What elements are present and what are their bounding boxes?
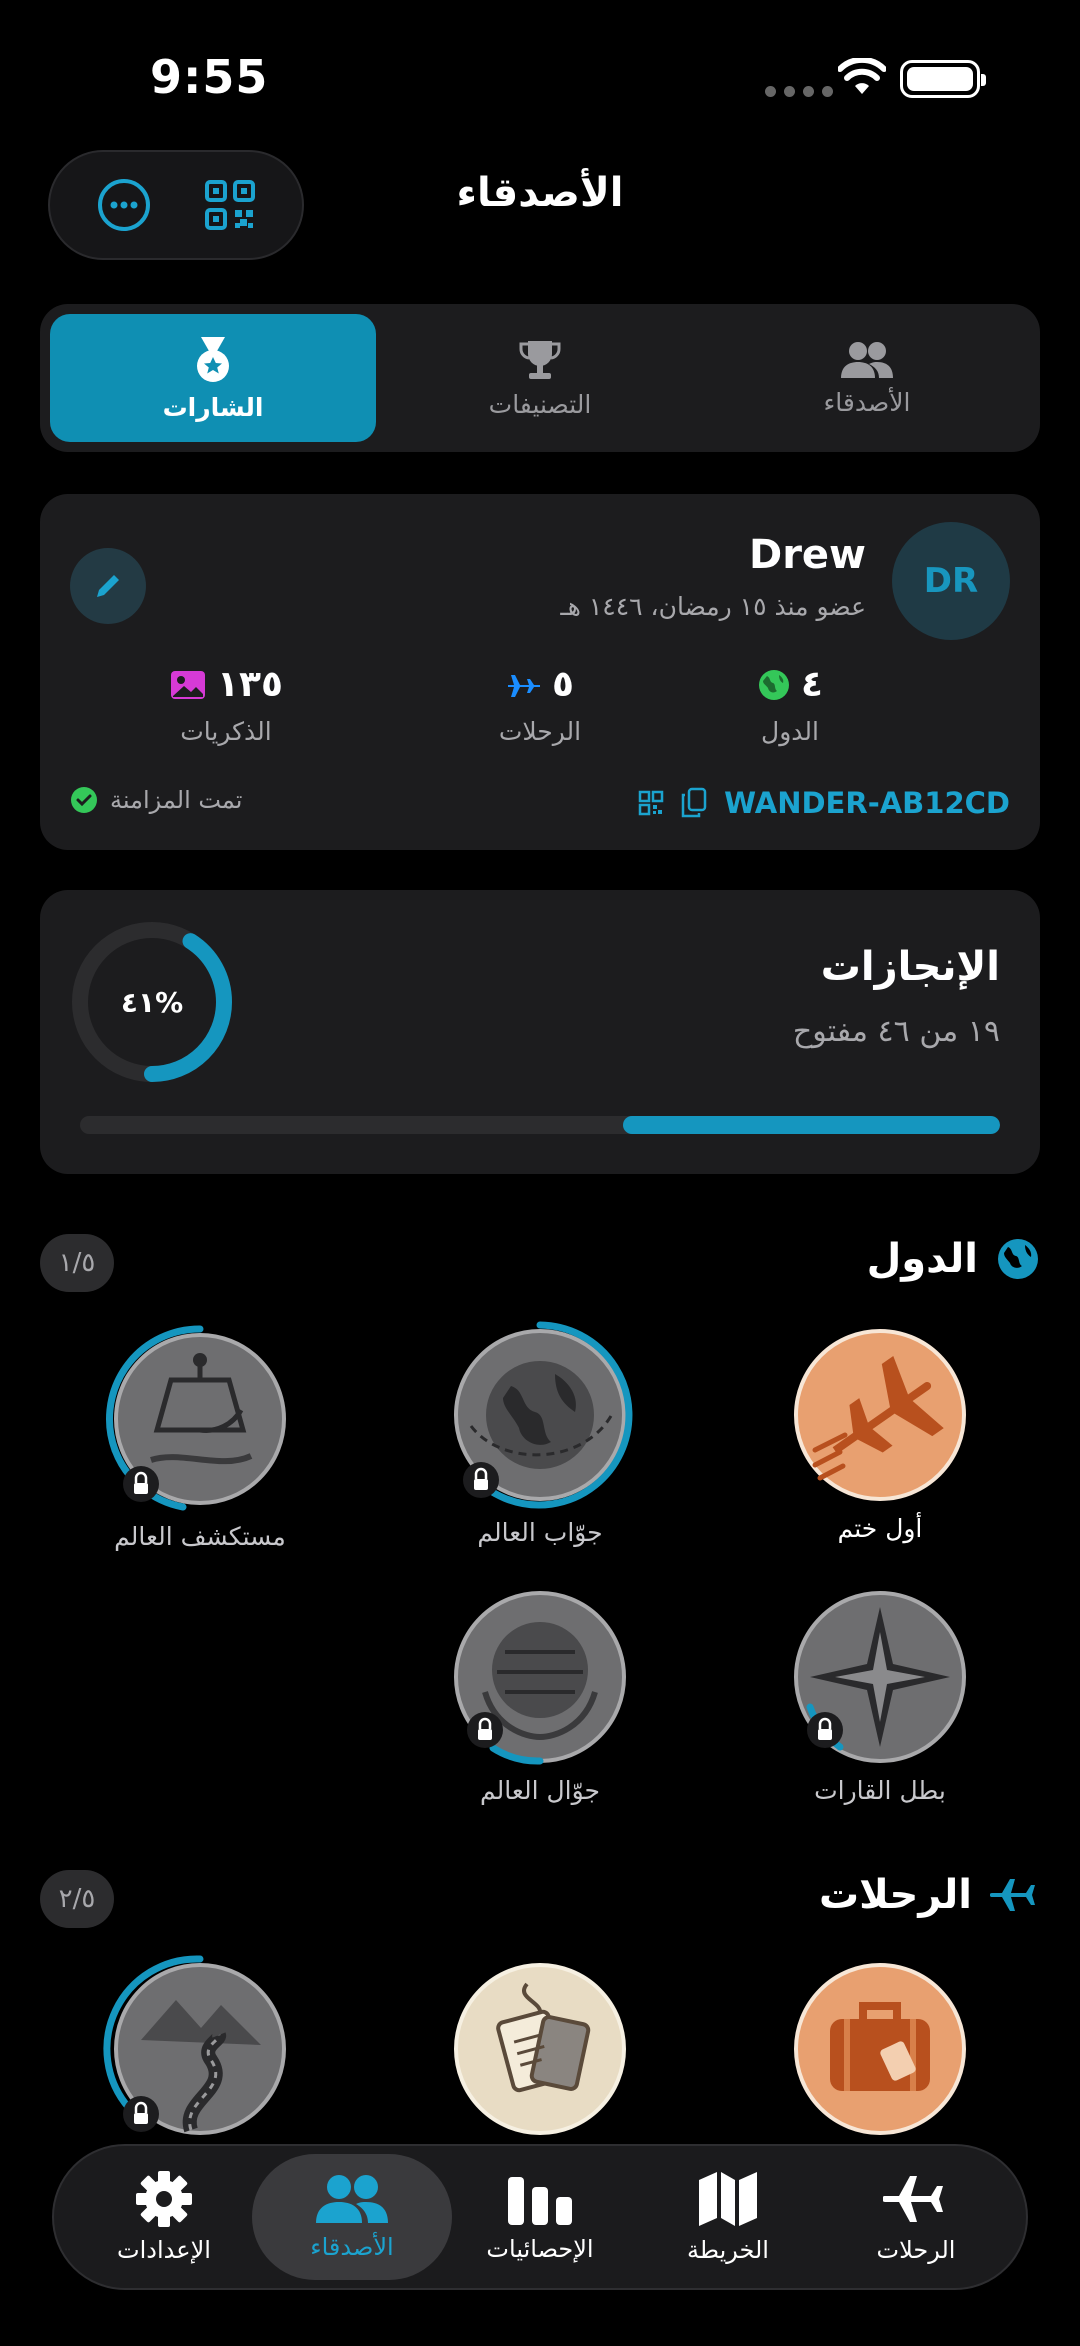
badge-continents-hero-icon <box>794 1591 966 1763</box>
section-trips-title: الرحلات <box>818 1872 972 1918</box>
profile-name: Drew <box>748 532 866 578</box>
badge-world-explorer[interactable]: مستكشف العالم <box>50 1320 350 1551</box>
tab-trips-label: الرحلات <box>876 2236 956 2264</box>
globe-icon <box>759 669 789 700</box>
status-bar: 9:55 <box>0 0 1080 150</box>
stat-memories-label: الذكريات <box>180 717 272 746</box>
copy-icon[interactable] <box>680 787 708 819</box>
section-header-trips: الرحلات <box>819 1872 1040 1918</box>
stat-countries: ٤ الدول <box>670 664 910 746</box>
stats-icon <box>508 2177 572 2225</box>
people-icon <box>841 341 893 378</box>
tab-settings[interactable]: الإعدادات <box>64 2154 264 2280</box>
stat-countries-label: الدول <box>761 717 819 746</box>
section-countries-count: ١/٥ <box>40 1234 114 1292</box>
badge-world-traveler-label: جوّاب العالم <box>477 1518 603 1547</box>
badge-globetrotter-icon <box>454 1591 626 1765</box>
segmented-control: الأصدقاء التصنيفات الشارات <box>40 304 1040 452</box>
tab-trips[interactable]: الرحلات <box>816 2154 1016 2280</box>
plane-icon <box>990 1879 1035 1911</box>
stat-trips-value: ٥ <box>552 664 574 705</box>
tab-settings-label: الإعدادات <box>117 2236 211 2264</box>
tab-map[interactable]: الخريطة <box>628 2154 828 2280</box>
stat-trips: ٥ الرحلات <box>420 664 660 746</box>
invite-code-row[interactable]: WANDER-AB12CD <box>638 786 1010 820</box>
tab-friends-nav[interactable]: الأصدقاء <box>252 2154 452 2280</box>
plane-icon <box>508 674 540 697</box>
section-trips-count: ٢/٥ <box>40 1870 114 1928</box>
tab-badges-label: الشارات <box>162 392 264 422</box>
tab-friends-nav-label: الأصدقاء <box>310 2233 394 2261</box>
badge-globetrotter[interactable]: جوّال العالم <box>390 1582 690 1805</box>
medal-icon <box>197 336 229 382</box>
page-title: الأصدقاء <box>456 170 624 216</box>
achievements-title: الإنجازات <box>820 944 1000 990</box>
badge-world-explorer-icon <box>105 1325 286 1511</box>
member-since: عضو منذ ١٥ رمضان، ١٤٤٦ هـ <box>560 592 866 621</box>
qr-code-icon[interactable] <box>204 179 256 231</box>
status-time: 9:55 <box>150 50 269 104</box>
progress-bar <box>80 1116 1000 1134</box>
edit-profile-button[interactable] <box>70 548 146 624</box>
battery-icon <box>900 60 986 98</box>
sync-status-label: تمت المزامنة <box>110 786 243 814</box>
people-icon <box>316 2175 388 2223</box>
badge-continents-hero-label: بطل القارات <box>814 1776 946 1805</box>
section-header-countries: الدول <box>867 1236 1040 1282</box>
wifi-icon <box>838 58 886 94</box>
tab-friends-label: الأصدقاء <box>823 387 911 417</box>
progress-bar-fill <box>622 1116 1000 1134</box>
badge-tags[interactable] <box>390 1954 690 2144</box>
badge-continents-hero[interactable]: بطل القارات <box>730 1582 1030 1805</box>
tab-map-label: الخريطة <box>687 2236 769 2264</box>
tab-rankings[interactable]: التصنيفات <box>377 314 703 442</box>
badge-first-stamp-label: أول ختم <box>837 1514 923 1543</box>
map-icon <box>699 2172 757 2226</box>
sync-status: تمت المزامنة <box>70 786 242 814</box>
avatar[interactable]: DR <box>892 522 1010 640</box>
globe-icon <box>998 1239 1038 1279</box>
tab-stats[interactable]: الإحصائيات <box>440 2154 640 2280</box>
badge-first-stamp[interactable]: أول ختم <box>730 1320 1030 1543</box>
badge-globetrotter-label: جوّال العالم <box>480 1776 600 1805</box>
stat-memories-value: ١٣٥ <box>217 664 283 705</box>
tab-friends[interactable]: الأصدقاء <box>704 314 1030 442</box>
badge-road[interactable] <box>50 1950 350 2148</box>
stat-countries-value: ٤ <box>801 664 823 705</box>
achievements-card: الإنجازات ١٩ من ٤٦ مفتوح ٤١% <box>40 890 1040 1174</box>
badge-first-stamp-icon <box>794 1329 966 1501</box>
profile-card: DR Drew عضو منذ ١٥ رمضان، ١٤٤٦ هـ ٤ الدو… <box>40 494 1040 850</box>
badge-suitcase-icon <box>794 1963 966 2135</box>
check-circle-icon <box>71 787 97 813</box>
badge-world-traveler-icon <box>454 1321 633 1509</box>
stat-trips-label: الرحلات <box>498 717 582 746</box>
invite-code: WANDER-AB12CD <box>724 786 1010 820</box>
pencil-icon <box>97 575 119 597</box>
photo-icon <box>171 670 206 699</box>
tab-bar: الإعدادات الأصدقاء الإحصائيات الخريطة ال… <box>52 2144 1028 2290</box>
badge-world-explorer-label: مستكشف العالم <box>114 1522 286 1551</box>
gear-icon <box>136 2171 192 2227</box>
trophy-icon <box>519 340 561 379</box>
progress-percent: ٤١% <box>120 985 184 1019</box>
section-countries-title: الدول <box>866 1236 978 1282</box>
header-actions <box>48 150 304 260</box>
badge-tags-icon <box>454 1963 626 2135</box>
badge-road-icon <box>103 1955 286 2135</box>
plane-icon <box>883 2176 943 2222</box>
tab-rankings-label: التصنيفات <box>488 389 592 419</box>
achievements-subtitle: ١٩ من ٤٦ مفتوح <box>792 1014 1000 1049</box>
tab-badges[interactable]: الشارات <box>50 314 376 442</box>
badge-world-traveler[interactable]: جوّاب العالم <box>390 1316 690 1547</box>
badge-suitcase[interactable] <box>730 1954 1030 2144</box>
more-icon[interactable] <box>96 177 152 233</box>
qr-code-icon[interactable] <box>638 790 664 816</box>
tab-stats-label: الإحصائيات <box>486 2235 594 2263</box>
stat-memories: ١٣٥ الذكريات <box>106 664 346 746</box>
cellular-icon <box>765 86 833 97</box>
